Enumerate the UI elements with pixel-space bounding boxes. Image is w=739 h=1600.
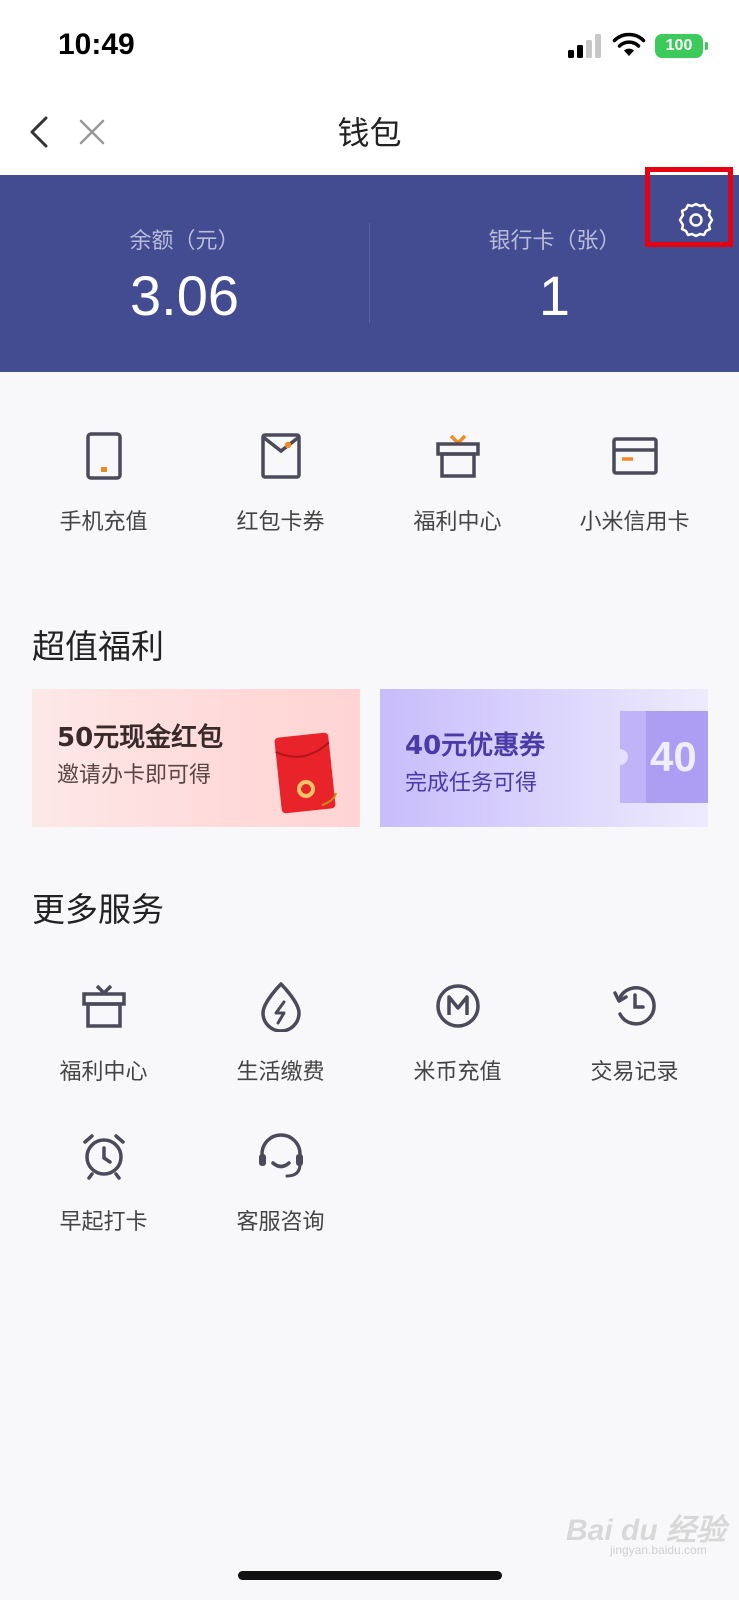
- service-early-checkin[interactable]: 早起打卡: [15, 1130, 192, 1280]
- quick-action-mobile-topup[interactable]: 手机充值: [15, 430, 192, 550]
- quick-action-credit-card[interactable]: 小米信用卡: [546, 430, 723, 550]
- battery-indicator: 100: [655, 34, 708, 58]
- service-bill-payment[interactable]: 生活缴费: [192, 980, 369, 1130]
- service-mi-coin-topup[interactable]: 米币充值: [369, 980, 546, 1130]
- wallet-summary-banner: 余额（元） 3.06 银行卡（张） 1: [0, 175, 739, 372]
- coupon-card[interactable]: 40元优惠券 完成任务可得 40: [380, 689, 708, 827]
- cellular-signal-icon: [568, 34, 601, 58]
- headset-icon: [258, 1133, 303, 1178]
- promo-subtitle: 邀请办卡即可得: [57, 763, 212, 788]
- red-envelope-icon: [274, 732, 337, 814]
- navigation-bar: 钱包: [0, 90, 739, 175]
- service-label: 早起打卡: [59, 1210, 148, 1235]
- bank-card-count: 1: [538, 264, 571, 327]
- service-label: 客服咨询: [236, 1210, 325, 1235]
- coupon-amount-badge: 40: [650, 733, 697, 780]
- alarm-clock-icon: [82, 1134, 125, 1180]
- highlight-annotation-box: [645, 167, 733, 247]
- home-indicator[interactable]: [238, 1571, 502, 1580]
- quick-action-red-packets[interactable]: 红包卡券: [192, 430, 369, 550]
- quick-action-benefits-center[interactable]: 福利中心: [369, 430, 546, 550]
- quick-action-label: 小米信用卡: [579, 510, 690, 535]
- status-time: 10:49: [58, 28, 135, 61]
- balance-label: 余额（元）: [129, 229, 240, 254]
- history-clock-icon: [612, 986, 656, 1026]
- promo-title: 40元优惠券: [405, 731, 546, 761]
- mi-coin-icon: [435, 984, 480, 1028]
- promo-subtitle: 完成任务可得: [405, 771, 538, 796]
- quick-action-label: 手机充值: [59, 510, 148, 535]
- credit-card-icon: [611, 437, 658, 475]
- quick-action-label: 福利中心: [413, 510, 502, 535]
- service-customer-support[interactable]: 客服咨询: [192, 1130, 369, 1280]
- status-bar: 10:49 100: [0, 0, 739, 90]
- page-title: 钱包: [337, 114, 402, 152]
- service-label: 交易记录: [590, 1060, 679, 1085]
- service-label: 福利中心: [59, 1060, 148, 1085]
- phone-icon: [85, 432, 122, 480]
- more-services-grid: 福利中心 生活缴费 米币充值 交易记录 早起打卡 客服咨询: [15, 980, 724, 1280]
- gift-icon: [81, 984, 126, 1028]
- quick-action-label: 红包卡券: [236, 510, 325, 535]
- quick-actions-grid: 手机充值 红包卡券 福利中心 小米信用卡: [15, 430, 724, 550]
- service-benefits-center[interactable]: 福利中心: [15, 980, 192, 1130]
- service-label: 生活缴费: [236, 1060, 325, 1085]
- cash-red-packet-card[interactable]: 50元现金红包 邀请办卡即可得: [32, 689, 360, 827]
- service-label: 米币充值: [413, 1060, 502, 1085]
- gift-icon: [435, 434, 480, 478]
- balance-block[interactable]: 余额（元） 3.06: [0, 223, 369, 328]
- watermark-url: jingyan.baidu.com: [610, 1543, 707, 1557]
- envelope-icon: [260, 433, 301, 479]
- benefits-section-title: 超值福利: [32, 627, 164, 666]
- balance-value: 3.06: [130, 264, 239, 327]
- bolt-drop-icon: [260, 982, 301, 1032]
- promo-title: 50元现金红包: [57, 723, 224, 753]
- more-services-title: 更多服务: [32, 890, 164, 929]
- wifi-icon: [612, 32, 646, 56]
- service-transaction-history[interactable]: 交易记录: [546, 980, 723, 1130]
